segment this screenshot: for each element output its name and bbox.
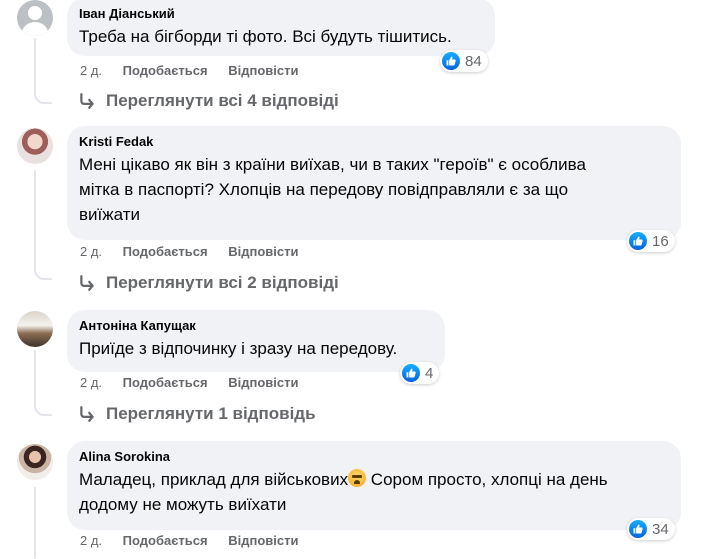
comment-time[interactable]: 2 д.: [80, 63, 102, 78]
reply-button[interactable]: Відповісти: [228, 533, 298, 548]
comment-actions: 2 д. Подобається Відповісти: [80, 63, 315, 79]
anxious-face-emoji-icon: [348, 469, 367, 487]
reaction-number: 16: [652, 232, 669, 250]
view-replies-label: Переглянути всі 4 відповіді: [106, 91, 339, 110]
like-button[interactable]: Подобається: [123, 533, 208, 548]
comment-bubble: Alina Sorokina Маладец, приклад для війс…: [67, 441, 681, 530]
comment-author[interactable]: Іван Діанський: [79, 6, 483, 22]
reaction-number: 34: [652, 520, 669, 538]
comment-text-part: Сором просто, хлопці на день: [366, 470, 608, 489]
avatar[interactable]: [17, 444, 53, 480]
reaction-number: 4: [425, 364, 434, 382]
like-button[interactable]: Подобається: [123, 375, 208, 390]
reaction-count[interactable]: 34: [627, 518, 675, 540]
comment-actions: 2 д. Подобається Відповісти: [80, 533, 315, 549]
thread-line: [34, 38, 36, 88]
comment-actions: 2 д. Подобається Відповісти: [80, 244, 315, 260]
like-reaction-icon: [402, 364, 420, 382]
comment-bubble: Kristi Fedak Мені цікаво як він з країни…: [67, 126, 681, 240]
like-button[interactable]: Подобається: [123, 244, 208, 259]
comment-time[interactable]: 2 д.: [80, 244, 102, 259]
comment-time[interactable]: 2 д.: [80, 533, 102, 548]
view-replies-label: Переглянути 1 відповідь: [106, 404, 316, 423]
view-replies-link[interactable]: Переглянути всі 4 відповіді: [78, 91, 339, 111]
thread-line: [34, 487, 36, 559]
reply-button[interactable]: Відповісти: [228, 375, 298, 390]
comment-author[interactable]: Alina Sorokina: [79, 449, 669, 465]
reaction-count[interactable]: 84: [440, 50, 488, 72]
comment-text-line: Мені цікаво як він з країни виїхав, чи в…: [79, 155, 586, 174]
comment-bubble: Антоніна Капущак Приїде з відпочинку і з…: [67, 310, 445, 372]
reply-arrow-icon: [80, 406, 94, 422]
like-reaction-icon: [629, 520, 647, 538]
comment-author[interactable]: Антоніна Капущак: [79, 318, 433, 334]
thread-line: [34, 170, 36, 264]
thread-elbow: [34, 86, 52, 104]
thread-elbow: [34, 398, 52, 416]
reaction-number: 84: [465, 52, 482, 70]
reply-arrow-icon: [80, 275, 94, 291]
comment-text-line: мітка в паспорті? Хлопців на передову по…: [79, 180, 569, 199]
comment-time[interactable]: 2 д.: [80, 375, 102, 390]
reaction-count[interactable]: 16: [627, 230, 675, 252]
reply-arrow-icon: [80, 93, 94, 109]
view-replies-link[interactable]: Переглянути 1 відповідь: [78, 404, 316, 424]
comment-text: Маладец, приклад для військових Сором пр…: [79, 467, 669, 517]
comment-text: Приїде з відпочинку і зразу на передову.: [79, 339, 398, 358]
reply-button[interactable]: Відповісти: [228, 63, 298, 78]
avatar[interactable]: [17, 128, 53, 164]
view-replies-label: Переглянути всі 2 відповіді: [106, 273, 339, 292]
comment-text: Треба на бігборди ті фото. Всі будуть ті…: [79, 27, 452, 46]
like-reaction-icon: [629, 232, 647, 250]
like-reaction-icon: [442, 52, 460, 70]
comment-bubble: Іван Діанський Треба на бігборди ті фото…: [67, 0, 495, 56]
comment-actions: 2 д. Подобається Відповісти: [80, 375, 315, 391]
thread-line: [34, 350, 36, 400]
reply-button[interactable]: Відповісти: [228, 244, 298, 259]
comment-text-line: додому не можуть виїхати: [79, 495, 287, 514]
thread-elbow: [34, 262, 52, 280]
comment-text-part: Маладец, приклад для військових: [79, 470, 349, 489]
comment-text: Мені цікаво як він з країни виїхав, чи в…: [79, 152, 669, 227]
avatar[interactable]: [17, 311, 53, 347]
reaction-count[interactable]: 4: [400, 362, 440, 384]
view-replies-link[interactable]: Переглянути всі 2 відповіді: [78, 273, 339, 293]
like-button[interactable]: Подобається: [123, 63, 208, 78]
avatar[interactable]: [17, 0, 53, 36]
comment-text-line: виїжати: [79, 205, 140, 224]
comment-author[interactable]: Kristi Fedak: [79, 134, 669, 150]
